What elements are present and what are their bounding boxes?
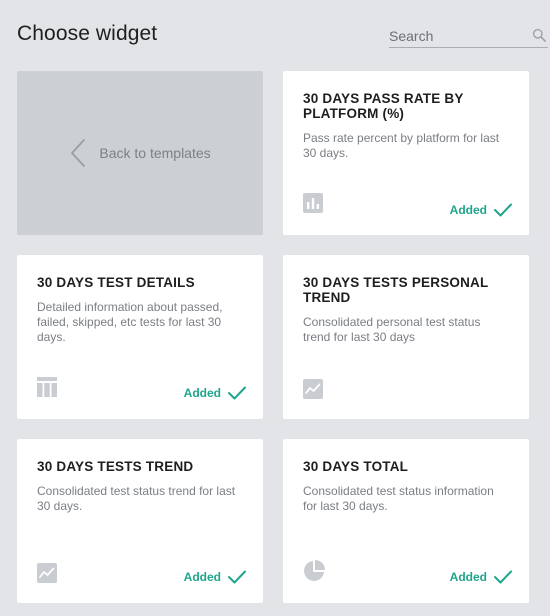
- pie-chart-icon: [304, 560, 325, 581]
- added-status: Added: [450, 202, 513, 218]
- widget-title: 30 DAYS TESTS TREND: [37, 459, 194, 474]
- widget-card-total[interactable]: 30 DAYS TOTAL Consolidated test status i…: [283, 439, 529, 603]
- check-icon: [228, 386, 246, 400]
- widget-card-pass-rate-by-platform[interactable]: 30 DAYS PASS RATE BY PLATFORM (%) Pass r…: [283, 71, 529, 235]
- back-to-templates-label: Back to templates: [99, 145, 211, 161]
- widget-title: 30 DAYS TESTS PERSONAL TREND: [303, 275, 489, 305]
- check-icon: [494, 203, 512, 217]
- widget-description: Consolidated personal test status trend …: [303, 315, 481, 344]
- added-label: Added: [183, 570, 221, 584]
- header: Choose widget: [0, 0, 550, 70]
- line-chart-icon: [303, 379, 323, 399]
- widget-description: Consolidated test status trend for last …: [37, 484, 236, 513]
- page-title: Choose widget: [17, 22, 158, 45]
- widget-card-tests-personal-trend[interactable]: 30 DAYS TESTS PERSONAL TREND Consolidate…: [283, 255, 529, 419]
- check-icon: [494, 570, 512, 584]
- chevron-left-icon: [71, 139, 86, 167]
- line-chart-icon: [37, 563, 57, 583]
- widget-title: 30 DAYS TEST DETAILS: [37, 275, 195, 290]
- widget-description: Consolidated test status information for…: [303, 484, 494, 513]
- added-label: Added: [449, 570, 487, 584]
- search-icon[interactable]: [532, 28, 546, 42]
- search-input[interactable]: [389, 26, 529, 46]
- widget-card-tests-trend[interactable]: 30 DAYS TESTS TREND Consolidated test st…: [17, 439, 263, 603]
- widget-title: 30 DAYS PASS RATE BY PLATFORM (%): [303, 91, 464, 121]
- widget-description: Pass rate percent by platform for last 3…: [303, 131, 500, 160]
- bar-chart-icon: [303, 193, 323, 213]
- search-box[interactable]: [389, 26, 548, 48]
- added-status: Added: [184, 385, 247, 401]
- widget-title: 30 DAYS TOTAL: [303, 459, 409, 474]
- widget-description: Detailed information about passed, faile…: [37, 300, 223, 344]
- check-icon: [228, 570, 246, 584]
- widget-card-test-details[interactable]: 30 DAYS TEST DETAILS Detailed informatio…: [17, 255, 263, 419]
- added-status: Added: [184, 569, 247, 585]
- added-status: Added: [450, 569, 513, 585]
- added-label: Added: [183, 386, 221, 400]
- added-label: Added: [449, 203, 487, 217]
- table-icon: [37, 377, 57, 397]
- back-to-templates-card[interactable]: Back to templates: [17, 71, 263, 235]
